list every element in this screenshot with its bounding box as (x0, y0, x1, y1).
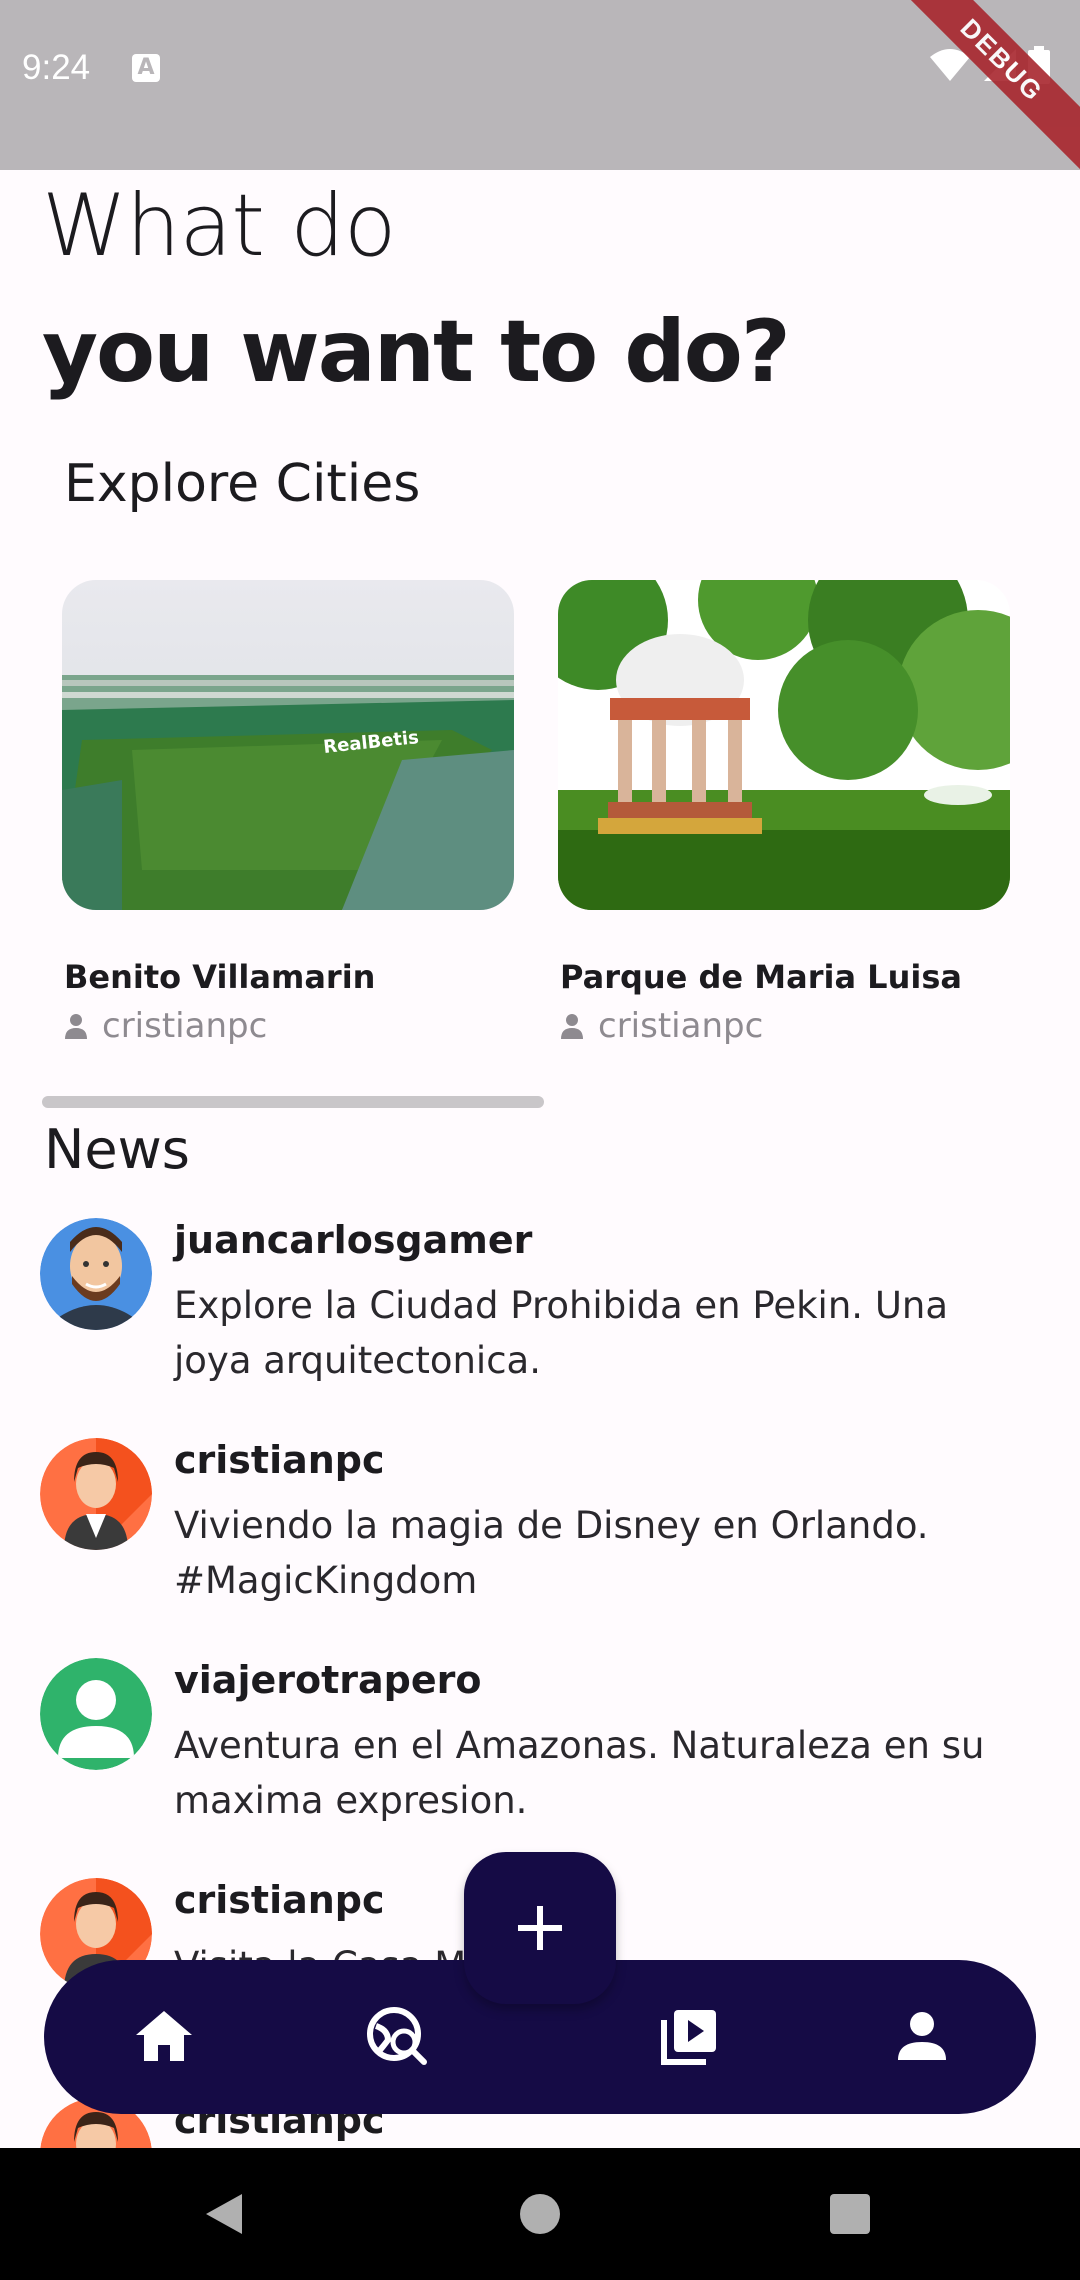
nav-videos-button[interactable] (654, 2000, 726, 2072)
city-author: cristianpc (560, 1006, 763, 1046)
video-library-icon (661, 2010, 716, 2065)
avatar (40, 1218, 152, 1330)
home-icon (136, 2011, 192, 2061)
person-icon (65, 1014, 87, 1039)
nav-profile-button[interactable] (886, 2000, 958, 2072)
avatar (40, 1658, 152, 1770)
city-author-name: cristianpc (102, 1006, 268, 1046)
city-author: cristianpc (64, 1006, 267, 1046)
park-image (558, 580, 1010, 910)
nav-explore-button[interactable] (362, 2000, 434, 2072)
person-icon (898, 2012, 946, 2060)
travel-explore-icon (367, 2007, 427, 2065)
explore-cities-title: Explore Cities (64, 454, 421, 514)
news-username: cristianpc (174, 1438, 385, 1482)
system-navigation-bar (0, 2148, 1080, 2280)
add-post-button[interactable] (464, 1852, 616, 2004)
person-icon (561, 1014, 583, 1039)
system-recents-button[interactable] (818, 2182, 882, 2246)
carousel-scrollbar[interactable] (42, 1096, 544, 1108)
debug-banner: DEBUG (880, 0, 1080, 182)
home-circle-icon (520, 2194, 560, 2234)
news-text: Explore la Ciudad Prohibida en Pekin. Un… (174, 1284, 949, 1382)
news-text: Viviendo la magia de Disney en Orlando. … (174, 1504, 929, 1602)
avatar (40, 1438, 152, 1550)
add-icon (518, 1906, 562, 1950)
stadium-image: RealBetis (62, 580, 514, 910)
page-title-line2: you want to do? (42, 302, 791, 402)
news-title: News (44, 1118, 190, 1181)
status-bar: 9:24 A DEBUG (0, 0, 1080, 182)
news-username: viajerotrapero (174, 1658, 482, 1702)
notification-a-icon: A (132, 54, 160, 82)
system-back-button[interactable] (192, 2182, 256, 2246)
page-title-line1: What do (42, 176, 397, 276)
city-name: Parque de Maria Luisa (560, 958, 962, 996)
system-home-button[interactable] (508, 2182, 572, 2246)
city-card[interactable]: RealBetis Benito Villamarin cristianpc (62, 580, 514, 1046)
city-name: Benito Villamarin (64, 958, 376, 996)
status-time: 9:24 (22, 48, 91, 87)
news-username: juancarlosgamer (174, 1218, 533, 1262)
news-text: Aventura en el Amazonas. Naturaleza en s… (174, 1724, 985, 1822)
city-author-name: cristianpc (598, 1006, 764, 1046)
news-username: cristianpc (174, 1878, 385, 1922)
recents-square-icon (830, 2194, 870, 2234)
city-card[interactable]: Parque de Maria Luisa cristianpc (558, 580, 1010, 1046)
nav-home-button[interactable] (128, 2000, 200, 2072)
cities-carousel[interactable]: RealBetis Benito Villamarin cristianpc P… (62, 580, 1080, 1050)
back-triangle-icon (206, 2194, 242, 2234)
